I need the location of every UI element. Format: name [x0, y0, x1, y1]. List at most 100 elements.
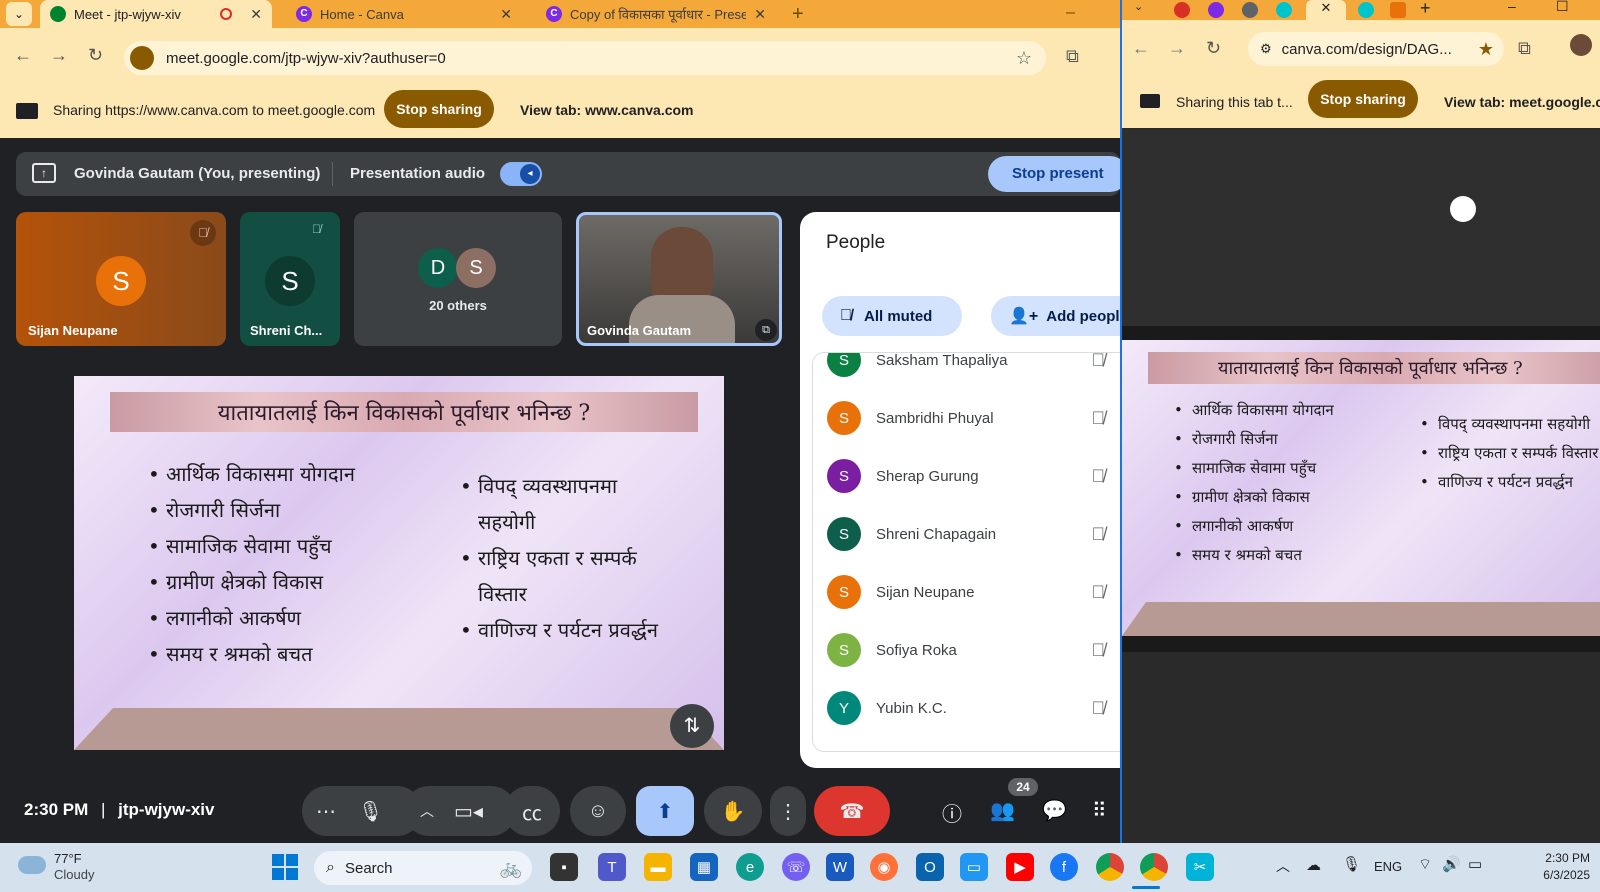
close-icon[interactable]: ✕ [492, 6, 512, 23]
participant-tile[interactable]: S 🎙̸ Sijan Neupane [16, 212, 226, 346]
outlook-icon[interactable]: O [916, 853, 944, 881]
list-item[interactable]: S Saksham Thapaliya 🎙̸ [827, 353, 1120, 389]
participant-tile[interactable]: S 🎙̸ Shreni Ch... [240, 212, 340, 346]
youtube-icon[interactable]: ▶ [1006, 853, 1034, 881]
mic-off-icon[interactable]: 🎙̸ [1092, 466, 1106, 487]
close-icon[interactable]: ✕ [746, 6, 766, 23]
people-icon[interactable]: 👥 [990, 798, 1015, 823]
weather-widget[interactable]: 77°F Cloudy [54, 851, 94, 883]
tab-icon[interactable] [1174, 2, 1190, 18]
list-item[interactable]: Y Yubin K.C. 🎙̸ [827, 679, 1120, 737]
more-audio-options-icon[interactable]: ⋯ [316, 799, 336, 824]
canva-favicon-icon[interactable] [1276, 2, 1292, 18]
raise-hand-button[interactable]: ✋ [704, 786, 762, 836]
captions-button[interactable]: ㏄ [504, 786, 560, 836]
new-tab-button[interactable]: + [1420, 0, 1431, 19]
tab-icon[interactable] [1208, 2, 1224, 18]
avatar[interactable] [1570, 34, 1592, 56]
bookmark-star-icon[interactable]: ☆ [1016, 48, 1032, 69]
tab-canva-design[interactable]: C Copy of विकासका पूर्वाधार - Prese ✕ [536, 0, 776, 28]
presentation-audio-toggle[interactable]: ◂ [500, 162, 542, 186]
mic-off-icon[interactable]: 🎙̸ [1092, 524, 1106, 545]
reload-icon[interactable]: ↻ [1206, 38, 1221, 59]
address-bar[interactable]: meet.google.com/jtp-wjyw-xiv?authuser=0 … [124, 41, 1046, 75]
close-icon[interactable]: ✕ [242, 6, 262, 23]
language-indicator[interactable]: ENG [1374, 859, 1402, 874]
back-icon[interactable]: ← [14, 45, 32, 66]
battery-icon[interactable]: ▭ [1468, 855, 1482, 873]
add-people-button[interactable]: 👤+ Add people [991, 296, 1120, 336]
minimize-button[interactable]: – [1508, 0, 1516, 14]
teams-icon[interactable]: T [598, 853, 626, 881]
more-options-button[interactable]: ⋮ [770, 786, 806, 836]
forward-icon[interactable]: → [50, 45, 68, 66]
new-tab-button[interactable]: + [792, 3, 804, 26]
onedrive-icon[interactable]: ☁ [1306, 856, 1321, 874]
reactions-button[interactable]: ☺ [570, 786, 626, 836]
tab-search-button[interactable]: ⌄ [6, 2, 32, 26]
chevron-up-icon[interactable]: ︿ [1276, 856, 1290, 876]
microphone-icon[interactable]: 🎙 [358, 799, 383, 824]
list-item[interactable]: S Sijan Neupane 🎙̸ [827, 563, 1120, 621]
view-tab-button[interactable]: View tab: meet.google.co [1444, 94, 1600, 110]
all-muted-button[interactable]: 🎙̸ All muted [822, 296, 962, 336]
microphone-icon[interactable]: 🎙 [1342, 855, 1361, 873]
tab-meet[interactable]: Meet - jtp-wjyw-xiv ✕ [40, 0, 272, 28]
canva-favicon-icon[interactable] [1358, 2, 1374, 18]
self-video-tile[interactable]: Govinda Gautam ⧉ [576, 212, 782, 346]
maximize-button[interactable]: ☐ [1556, 0, 1569, 15]
reload-icon[interactable]: ↻ [88, 45, 103, 66]
chrome-icon[interactable] [1096, 853, 1124, 881]
pip-icon[interactable]: ⧉ [755, 319, 777, 341]
swap-layout-icon[interactable]: ⇅ [670, 704, 714, 748]
present-button[interactable]: ⬆ [636, 786, 694, 836]
word-icon[interactable]: W [826, 853, 854, 881]
extensions-icon[interactable]: ⧉ [1066, 46, 1079, 67]
facebook-icon[interactable]: f [1050, 853, 1078, 881]
camera-icon[interactable]: ▭◂ [454, 799, 483, 824]
tab-canva-home[interactable]: C Home - Canva ✕ [286, 0, 522, 28]
windows-start-icon[interactable] [272, 854, 298, 880]
mic-off-icon[interactable]: 🎙̸ [1092, 640, 1106, 661]
edge-icon[interactable]: e [736, 853, 764, 881]
apps-grid-icon[interactable]: ⠿ [1092, 798, 1107, 823]
viber-icon[interactable]: ☏ [782, 853, 810, 881]
taskbar-search[interactable]: ⌕ Search 🚲 [314, 851, 532, 885]
minimize-button[interactable]: – [1066, 4, 1075, 22]
back-icon[interactable]: ← [1132, 38, 1150, 59]
stop-presenting-button[interactable]: Stop present [988, 156, 1120, 192]
forward-icon[interactable]: → [1168, 38, 1186, 59]
chevron-up-icon[interactable]: ︿ [420, 801, 434, 821]
list-item[interactable]: S Sofiya Roka 🎙̸ [827, 621, 1120, 679]
list-item[interactable]: S Sherap Gurung 🎙̸ [827, 447, 1120, 505]
bookmark-star-icon[interactable]: ★ [1478, 39, 1494, 60]
participant-list[interactable]: S Saksham Thapaliya 🎙̸ S Sambridhi Phuyal 🎙̸… [812, 352, 1120, 752]
stop-sharing-button[interactable]: Stop sharing [1308, 80, 1418, 118]
leave-call-button[interactable]: ☎ [814, 786, 890, 836]
volume-icon[interactable]: 🔊 [1442, 855, 1461, 873]
others-tile[interactable]: D S 20 others [354, 212, 562, 346]
view-tab-button[interactable]: View tab: www.canva.com [520, 102, 694, 118]
site-info-icon[interactable]: ⚙ [1260, 41, 1272, 57]
list-item[interactable]: S Shreni Chapagain 🎙̸ [827, 505, 1120, 563]
task-view-icon[interactable]: ▪ [550, 853, 578, 881]
mic-off-icon[interactable]: 🎙̸ [1092, 698, 1106, 719]
clock[interactable]: 2:30 PM 6/3/2025 [1500, 850, 1590, 884]
tab-icon[interactable] [1390, 2, 1406, 18]
store-icon[interactable]: ▦ [690, 853, 718, 881]
list-item[interactable]: S Sambridhi Phuyal 🎙̸ [827, 389, 1120, 447]
address-bar[interactable]: ⚙ canva.com/design/DAG... ★ [1248, 32, 1504, 66]
chat-icon[interactable]: 💬 [1042, 798, 1067, 823]
chrome-profile-icon[interactable] [1140, 853, 1168, 881]
snipping-tool-icon[interactable]: ✂ [1186, 853, 1214, 881]
stop-sharing-button[interactable]: Stop sharing [384, 90, 494, 128]
tab-icon[interactable] [1242, 2, 1258, 18]
wifi-icon[interactable]: ⌔ [1418, 855, 1432, 874]
mic-off-icon[interactable]: 🎙̸ [1092, 582, 1106, 603]
desktop-icon[interactable]: ▭ [960, 853, 988, 881]
tab-search-button[interactable]: ⌄ [1134, 0, 1143, 13]
file-explorer-icon[interactable]: ▬ [644, 853, 672, 881]
extensions-icon[interactable]: ⧉ [1518, 38, 1531, 59]
site-info-icon[interactable] [130, 46, 154, 70]
info-icon[interactable]: ⓘ [942, 798, 962, 827]
